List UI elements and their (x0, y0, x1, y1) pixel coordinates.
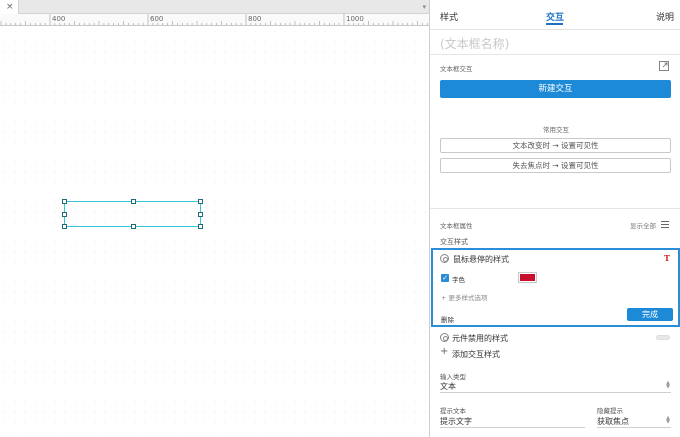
divider (430, 54, 680, 55)
app-window: × ▾ 400 600 800 1000 样式 交互 说明 (文本框名称) 文本… (0, 0, 680, 437)
hover-style-editor: 鼠标悬停的样式 T ✓ 字色 + 更多样式选项 删除 完成 (431, 248, 680, 327)
canvas-area[interactable]: × ▾ 400 600 800 1000 (0, 0, 429, 437)
ruler-label: 800 (248, 15, 262, 23)
add-interaction-style-link[interactable]: 添加交互样式 (452, 349, 500, 360)
common-interaction-lost-focus[interactable]: 失去焦点时 → 设置可见性 (440, 158, 671, 173)
input-type-label: 输入类型 (440, 373, 466, 381)
selected-text-field-widget[interactable] (62, 199, 203, 229)
divider (430, 208, 680, 209)
resize-handle-bottom-right[interactable] (198, 224, 203, 229)
close-icon[interactable]: × (6, 0, 14, 14)
canvas-grid[interactable] (0, 27, 429, 437)
tab-style[interactable]: 样式 (440, 10, 458, 23)
disabled-style-toggle[interactable] (656, 335, 670, 340)
ruler-label: 600 (150, 15, 164, 23)
horizontal-ruler: 400 600 800 1000 (0, 14, 429, 26)
divider (597, 427, 671, 428)
delete-style-button[interactable]: 删除 (441, 314, 454, 324)
tab-interaction[interactable]: 交互 (546, 10, 564, 23)
page-tab[interactable]: × (0, 0, 19, 14)
font-color-checkbox[interactable]: ✓ (441, 274, 449, 282)
font-color-label: 字色 (452, 276, 465, 284)
hint-text-input[interactable]: 提示文字 (440, 416, 472, 427)
common-interactions-label: 常用交互 (543, 126, 569, 134)
show-all-link[interactable]: 显示全部 (630, 220, 656, 230)
text-style-icon: T (664, 253, 670, 263)
inspector-panel: 样式 交互 说明 (文本框名称) 文本框交互 新建交互 常用交互 文本改变时 →… (429, 0, 680, 437)
font-color-swatch-fill (520, 274, 535, 281)
input-type-select[interactable]: 文本 (440, 381, 456, 392)
chevron-down-icon[interactable]: ▾ (422, 0, 426, 14)
resize-handle-top-left[interactable] (62, 199, 67, 204)
select-arrows-icon[interactable]: ▲ ▼ (665, 381, 671, 390)
resize-handle-right[interactable] (198, 212, 203, 217)
new-interaction-button[interactable]: 新建交互 (440, 80, 671, 98)
more-style-options-link[interactable]: + 更多样式选项 (441, 292, 488, 302)
expand-icon[interactable] (659, 61, 669, 71)
resize-handle-bottom[interactable] (131, 224, 136, 229)
plus-icon[interactable]: + (440, 347, 448, 357)
page-tab-bar: × ▾ (0, 0, 429, 14)
disabled-style-radio-icon[interactable] (440, 333, 449, 342)
done-button[interactable]: 完成 (627, 308, 673, 321)
select-arrows-icon[interactable]: ▲ ▼ (665, 416, 671, 425)
ruler-label: 400 (52, 15, 66, 23)
inspector-tabs: 样式 交互 说明 (430, 0, 680, 30)
disabled-style-title: 元件禁用的样式 (452, 334, 508, 343)
menu-icon[interactable] (661, 221, 669, 228)
hint-text-label: 提示文本 (440, 407, 466, 415)
font-color-swatch[interactable] (518, 272, 537, 283)
active-tab-indicator (546, 23, 563, 25)
ruler-label: 1000 (346, 15, 364, 23)
hover-style-radio-icon[interactable] (440, 254, 449, 263)
widget-name-input[interactable]: (文本框名称) (440, 35, 509, 52)
resize-handle-top[interactable] (131, 199, 136, 204)
divider (440, 392, 671, 393)
interaction-styles-label: 交互样式 (440, 238, 468, 246)
properties-section-label: 文本框属性 (440, 222, 473, 230)
resize-handle-left[interactable] (62, 212, 67, 217)
resize-handle-top-right[interactable] (198, 199, 203, 204)
hover-style-title: 鼠标悬停的样式 (453, 255, 509, 264)
divider (440, 427, 585, 428)
tab-notes[interactable]: 说明 (656, 10, 674, 23)
interaction-section-label: 文本框交互 (440, 65, 473, 73)
resize-handle-bottom-left[interactable] (62, 224, 67, 229)
hide-hint-label: 隐藏提示 (597, 407, 623, 415)
hide-hint-select[interactable]: 获取焦点 (597, 416, 629, 427)
common-interaction-text-changed[interactable]: 文本改变时 → 设置可见性 (440, 138, 671, 153)
